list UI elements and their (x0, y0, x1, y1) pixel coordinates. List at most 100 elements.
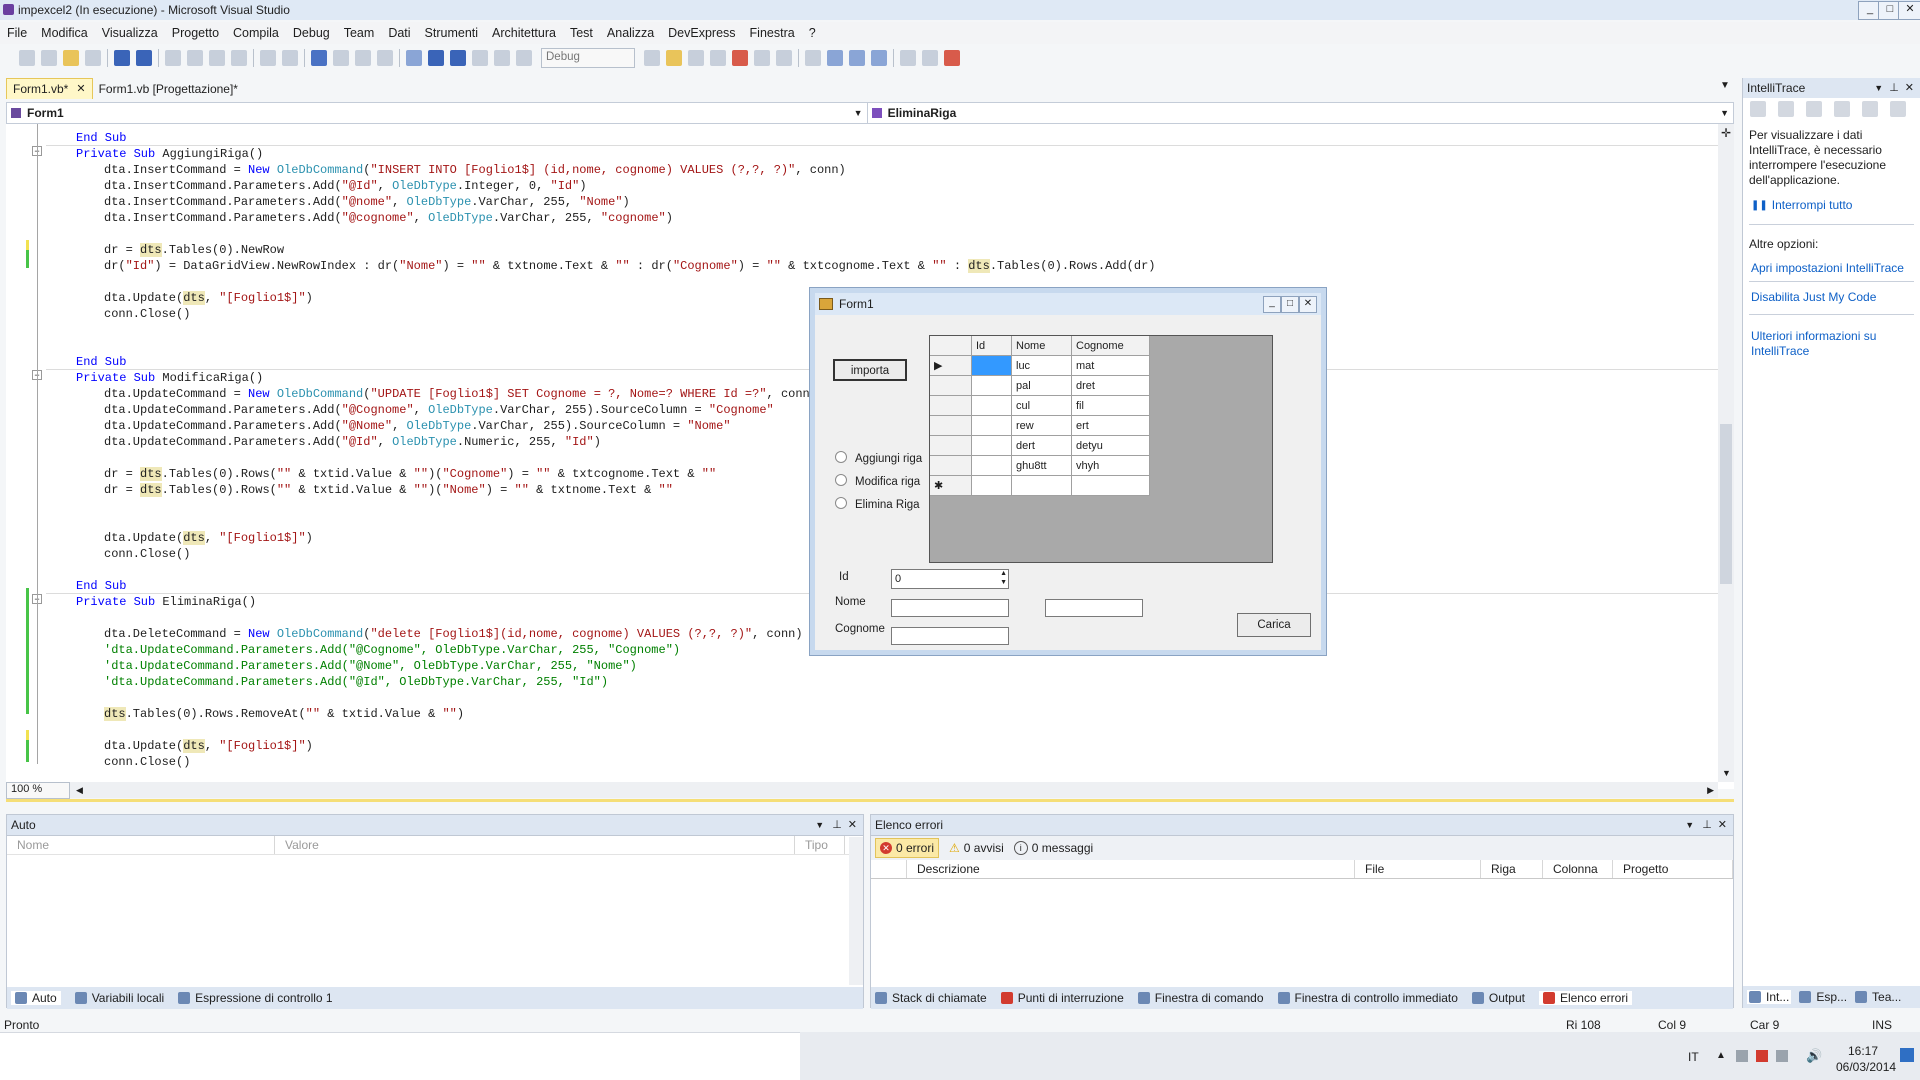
col-value[interactable]: Valore (275, 836, 795, 854)
tab-solution-explorer[interactable]: Esp... (1799, 990, 1847, 1004)
code-line[interactable]: End Sub (76, 354, 126, 370)
grid-row-header[interactable] (930, 416, 972, 436)
new-project-icon[interactable] (19, 50, 35, 66)
scroll-down-icon[interactable]: ▼ (1722, 768, 1731, 778)
code-line[interactable]: 'dta.UpdateCommand.Parameters.Add("@Cogn… (104, 642, 680, 658)
close-button[interactable]: ✕ (1898, 1, 1920, 20)
add-item-icon[interactable] (41, 50, 57, 66)
grid-cell[interactable]: rew (1012, 416, 1072, 436)
grid-cell[interactable] (972, 416, 1012, 436)
scrollbar-thumb[interactable] (1720, 424, 1732, 584)
add-row-radio[interactable]: Aggiungi riga (835, 451, 922, 465)
step-out-icon[interactable] (516, 50, 532, 66)
grid-col-header[interactable]: Cognome (1072, 336, 1150, 356)
object-browser-icon[interactable] (710, 50, 726, 66)
grid-row-header[interactable] (930, 396, 972, 416)
grid-cell[interactable]: dret (1072, 376, 1150, 396)
grid-cell[interactable] (1012, 476, 1072, 496)
code-line[interactable]: dta.UpdateCommand.Parameters.Add("@Id", … (104, 434, 601, 450)
add-icon[interactable] (85, 50, 101, 66)
code-line[interactable]: conn.Close() (104, 546, 190, 562)
grid-cell[interactable]: detyu (1072, 436, 1150, 456)
edit-row-radio[interactable]: Modifica riga (835, 474, 920, 488)
tray-flag-icon[interactable] (1736, 1050, 1748, 1062)
tab-call-stack[interactable]: Stack di chiamate (875, 991, 987, 1005)
comment-icon[interactable] (260, 50, 276, 66)
clock-time[interactable]: 16:17 (1848, 1044, 1878, 1058)
close-icon[interactable]: ✕ (848, 815, 857, 835)
code-line[interactable]: conn.Close() (104, 306, 190, 322)
menu-architecture[interactable]: Architettura (485, 22, 563, 44)
navigate-forward-icon[interactable] (377, 50, 393, 66)
grid-col-header[interactable]: Id (972, 336, 1012, 356)
editor-vertical-scrollbar[interactable]: ✛ ▼ (1718, 124, 1734, 782)
grid-row-header[interactable]: ▶ (930, 356, 972, 376)
break-all-link[interactable]: ❚❚ Interrompi tutto (1743, 194, 1920, 216)
save-log-icon[interactable] (1890, 101, 1906, 117)
grid-row-header[interactable]: ✱ (930, 476, 972, 496)
menu-test[interactable]: Test (563, 22, 600, 44)
tab-output[interactable]: Output (1471, 991, 1525, 1005)
grid-row-header[interactable] (930, 436, 972, 456)
solution-explorer-icon[interactable] (666, 50, 682, 66)
save-all-icon[interactable] (136, 50, 152, 66)
data-grid[interactable]: Id Nome Cognome ▶ luc mat pal dret cul fil rew e… (929, 335, 1273, 563)
code-line[interactable]: dta.InsertCommand = New OleDbCommand("IN… (104, 162, 846, 178)
attach-process-icon[interactable] (900, 50, 916, 66)
solution-config-select[interactable]: Debug (541, 48, 635, 68)
col-column[interactable]: Colonna (1543, 860, 1613, 878)
close-icon[interactable]: ✕ (1718, 815, 1727, 835)
class-dropdown[interactable]: Form1 ▼ (7, 103, 868, 123)
stop-icon[interactable] (450, 50, 466, 66)
menu-view[interactable]: Visualizza (95, 22, 165, 44)
undo-icon[interactable] (311, 50, 327, 66)
menu-edit[interactable]: Modifica (34, 22, 95, 44)
find-in-files-icon[interactable] (644, 50, 660, 66)
col-type[interactable]: Tipo (795, 836, 845, 854)
code-line[interactable]: dta.UpdateCommand = New OleDbCommand("UP… (104, 386, 817, 402)
tab-form1-code[interactable]: Form1.vb* ✕ (6, 78, 93, 99)
tab-breakpoints[interactable]: Punti di interruzione (1000, 991, 1124, 1005)
grid-cell[interactable] (972, 456, 1012, 476)
delete-row-radio[interactable]: Elimina Riga (835, 497, 920, 511)
layout-icon[interactable] (849, 50, 865, 66)
filter-icon[interactable] (1778, 101, 1794, 117)
panel-menu-icon[interactable]: ▼ (815, 815, 824, 835)
code-line[interactable]: Private Sub ModificaRiga() (76, 370, 263, 386)
code-line[interactable]: dta.Update(dts, "[Foglio1$]") (104, 738, 313, 754)
code-line[interactable]: End Sub (76, 578, 126, 594)
intellitrace-settings-link[interactable]: Apri impostazioni IntelliTrace (1743, 255, 1920, 275)
extra-input[interactable] (1045, 599, 1143, 617)
code-line[interactable]: dta.InsertCommand.Parameters.Add("@cogno… (104, 210, 673, 226)
start-icon[interactable] (406, 50, 422, 66)
code-line[interactable]: 'dta.UpdateCommand.Parameters.Add("@Nome… (104, 658, 637, 674)
grid-cell[interactable]: luc (1012, 356, 1072, 376)
tray-network-icon[interactable] (1776, 1050, 1788, 1062)
tab-immediate-window[interactable]: Finestra di controllo immediato (1277, 991, 1458, 1005)
form1-maximize-button[interactable]: □ (1281, 296, 1299, 313)
method-dropdown[interactable]: EliminaRiga ▼ (868, 103, 1733, 123)
step-over-icon[interactable] (494, 50, 510, 66)
grid-cell[interactable] (972, 476, 1012, 496)
grid-cell[interactable]: ert (1072, 416, 1150, 436)
tab-auto[interactable]: Auto (11, 991, 61, 1005)
menu-project[interactable]: Progetto (165, 22, 226, 44)
grid-cell[interactable]: vhyh (1072, 456, 1150, 476)
code-line[interactable]: dr = dts.Tables(0).NewRow (104, 242, 284, 258)
pin-icon[interactable]: ⊥ (832, 815, 842, 835)
code-line[interactable]: dta.InsertCommand.Parameters.Add("@Id", … (104, 178, 587, 194)
find-icon[interactable] (231, 50, 247, 66)
nome-input[interactable] (891, 599, 1009, 617)
code-line[interactable]: Private Sub AggiungiRiga() (76, 146, 263, 162)
events-icon[interactable] (1750, 101, 1766, 117)
tab-command-window[interactable]: Finestra di comando (1137, 991, 1264, 1005)
menu-file[interactable]: File (0, 22, 34, 44)
panel-menu-icon[interactable]: ▼ (1685, 815, 1694, 835)
code-line[interactable]: dr = dts.Tables(0).Rows("" & txtid.Value… (104, 466, 716, 482)
code-line[interactable]: dta.UpdateCommand.Parameters.Add("@Nome"… (104, 418, 731, 434)
col-name[interactable]: Nome (7, 836, 275, 854)
calls-icon[interactable] (1806, 101, 1822, 117)
form1-close-button[interactable]: ✕ (1299, 296, 1317, 313)
grid-cell[interactable]: cul (1012, 396, 1072, 416)
tray-security-icon[interactable] (1756, 1050, 1768, 1062)
